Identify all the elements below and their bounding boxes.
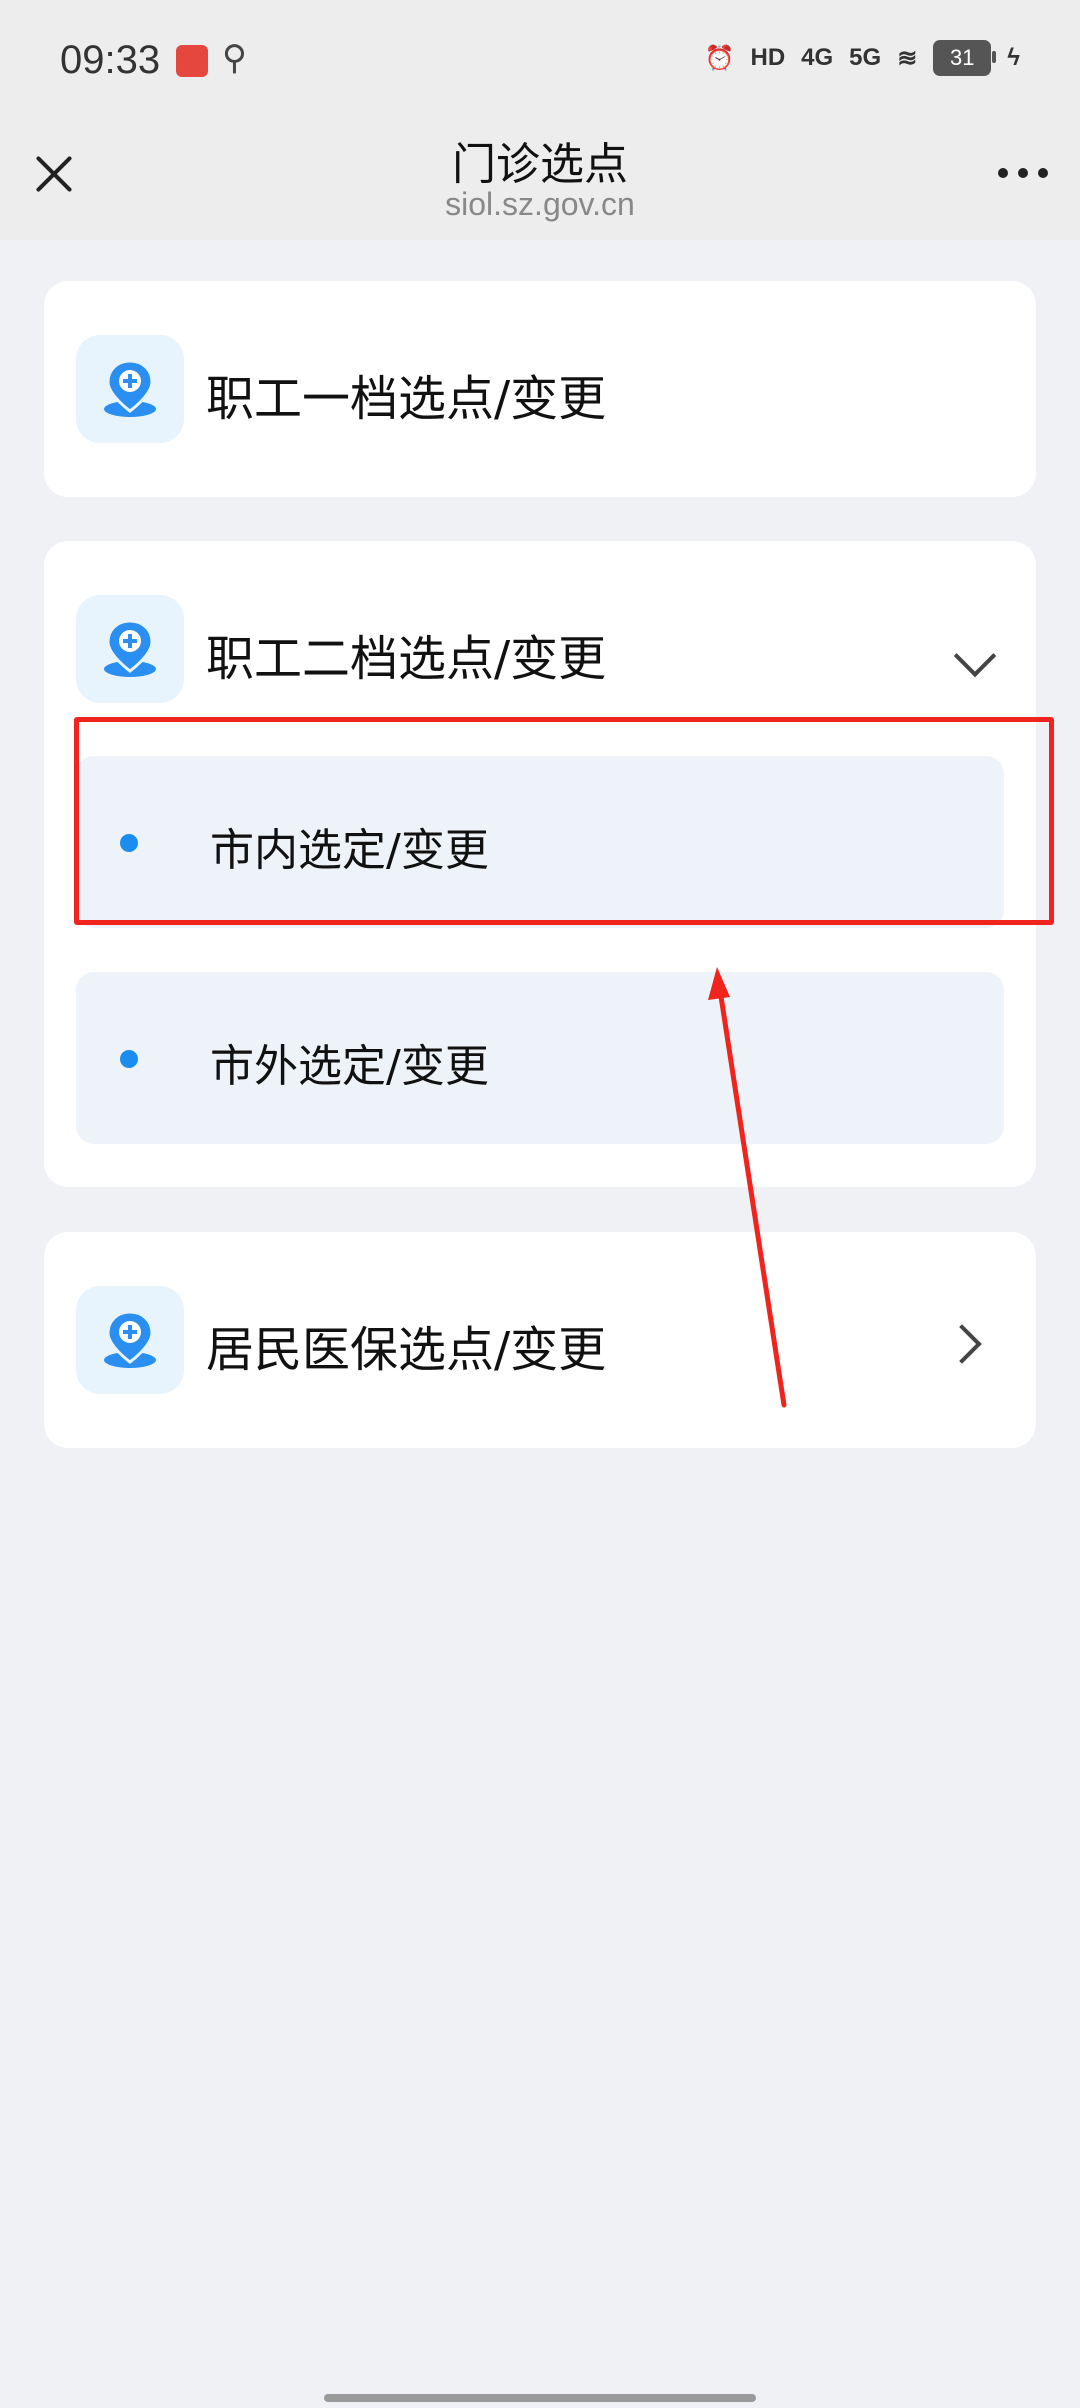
arrow-annotation-icon: [708, 967, 787, 1408]
home-indicator[interactable]: [324, 2394, 756, 2402]
